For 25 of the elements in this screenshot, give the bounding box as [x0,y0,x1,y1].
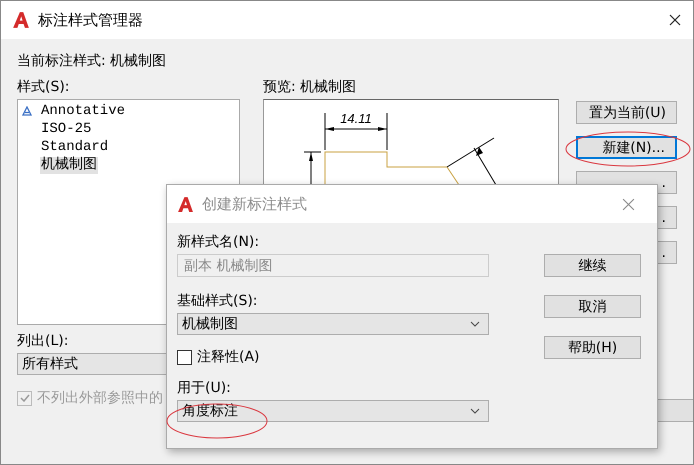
close-icon[interactable] [669,14,681,26]
style-item[interactable]: 机械制图 [40,156,98,174]
base-style-dropdown[interactable]: 机械制图 [177,313,489,335]
list-label: 列出(L): [17,332,68,351]
check-icon [18,392,30,404]
dialog-button[interactable]: 置为当前(U) [576,101,677,124]
app-logo-icon [177,196,194,212]
styles-label: 样式(S): [17,78,70,97]
chevron-down-icon [470,408,480,414]
style-item[interactable]: Standard [40,138,110,156]
current-style-label: 当前标注样式: 机械制图 [17,52,168,71]
checkbox-label: 不列出外部参照中的 [37,389,163,407]
dialog-button[interactable]: 新建(N)... [576,136,677,159]
checkbox-label: 注释性(A) [197,348,260,366]
checkbox[interactable] [177,350,192,364]
style-item[interactable]: Annotative [40,102,126,120]
window-title: 标注样式管理器 [38,10,144,30]
app-logo-icon [12,11,30,29]
use-for-label: 用于(U): [177,379,231,398]
dialog-button[interactable]: 继续 [544,254,641,277]
dialog-button[interactable]: 帮助(H) [544,336,641,359]
style-item[interactable]: ISO-25 [40,120,92,138]
preview-label: 预览: 机械制图 [263,78,356,97]
chevron-down-icon [470,321,480,327]
dialog-button[interactable]: 取消 [544,295,641,318]
